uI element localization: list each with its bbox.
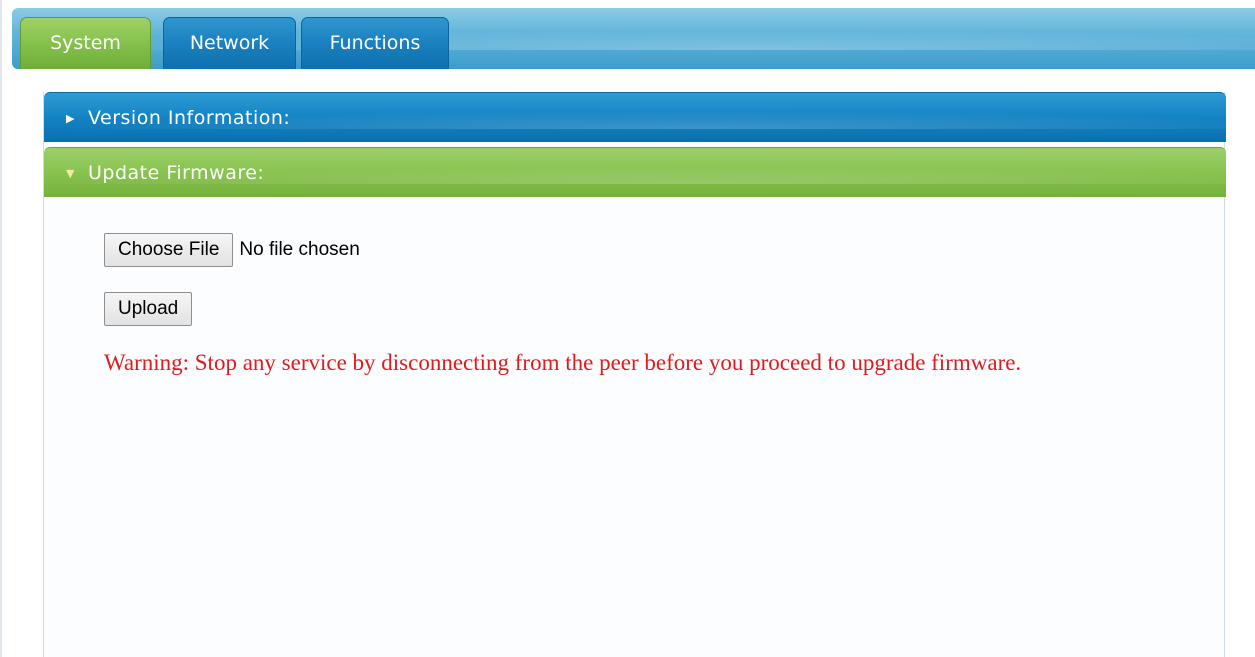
page-left-border bbox=[0, 0, 2, 657]
version-information-header[interactable]: ▶ Version Information: bbox=[44, 92, 1226, 142]
tab-functions[interactable]: Functions bbox=[301, 17, 449, 69]
choose-file-button[interactable]: Choose File bbox=[104, 233, 234, 267]
update-firmware-header[interactable]: ▼ Update Firmware: bbox=[44, 147, 1226, 197]
update-firmware-title: Update Firmware: bbox=[88, 162, 265, 184]
upload-button[interactable]: Upload bbox=[104, 292, 193, 326]
file-chooser: Choose File No file chosen bbox=[104, 233, 360, 267]
content-panel: ▶ Version Information: ▼ Update Firmware: … bbox=[43, 92, 1226, 657]
chevron-down-icon: ▼ bbox=[66, 167, 75, 180]
warning-message: Warning: Stop any service by disconnecti… bbox=[104, 350, 1022, 375]
tab-bar: System Network Functions bbox=[12, 8, 1255, 69]
version-information-title: Version Information: bbox=[88, 107, 291, 129]
tab-network[interactable]: Network bbox=[163, 17, 296, 69]
file-status-text: No file chosen bbox=[239, 239, 360, 260]
tab-system[interactable]: System bbox=[20, 17, 151, 69]
chevron-right-icon: ▶ bbox=[66, 112, 75, 125]
page: System Network Functions ▶ Version Inform… bbox=[0, 0, 1255, 657]
upload-row: Upload bbox=[104, 292, 193, 326]
